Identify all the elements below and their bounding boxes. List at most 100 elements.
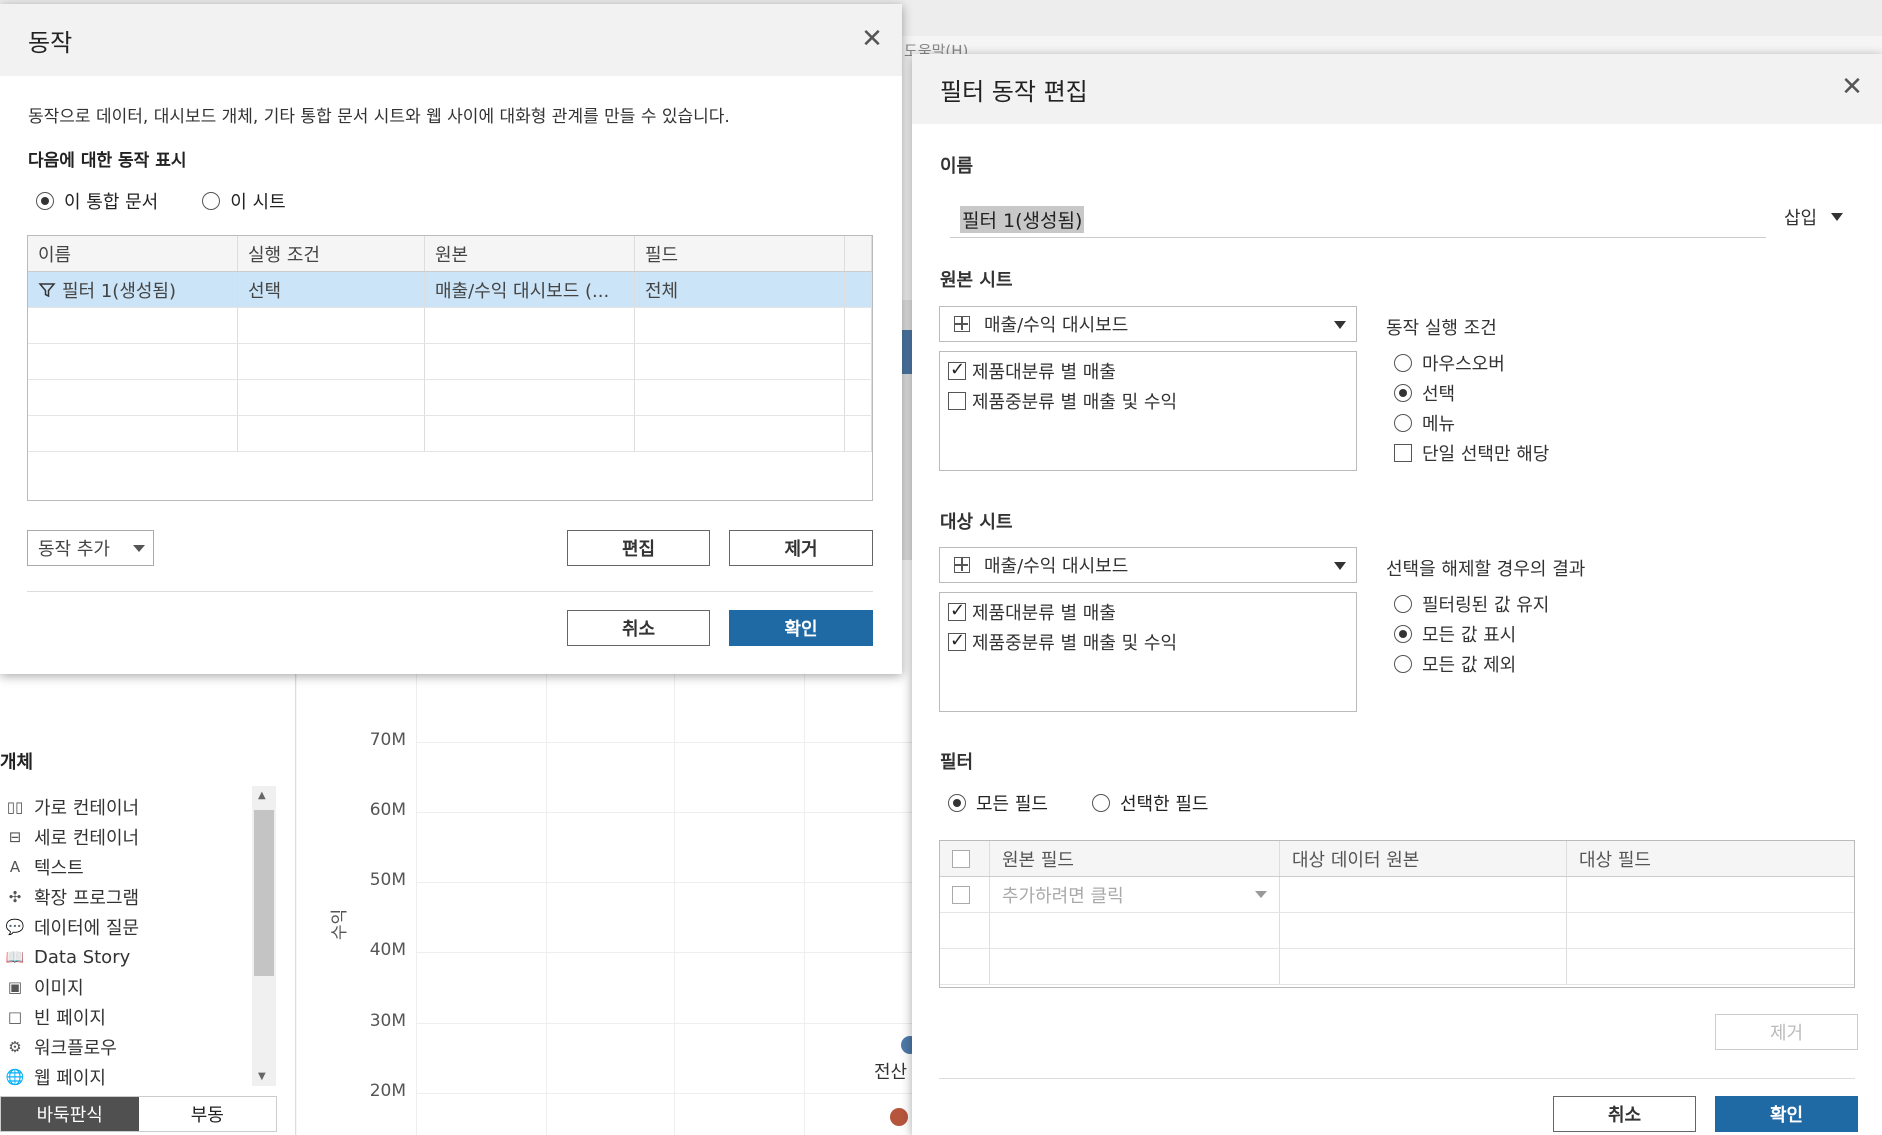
close-icon[interactable]: ✕ bbox=[858, 26, 886, 54]
run-on-menu-radio[interactable]: 메뉴 bbox=[1386, 408, 1549, 438]
objects-scrollbar[interactable]: ▲ ▼ bbox=[252, 786, 276, 1086]
keep-filtered-radio[interactable]: 필터링된 값 유지 bbox=[1386, 589, 1585, 619]
layout-tabs: 바둑판식 부동 bbox=[0, 1096, 277, 1132]
checkbox-icon[interactable] bbox=[952, 849, 970, 868]
remove-field-button[interactable]: 제거 bbox=[1715, 1014, 1858, 1050]
selected-fields-radio[interactable]: 선택한 필드 bbox=[1091, 790, 1209, 816]
radio-icon[interactable] bbox=[1394, 414, 1412, 432]
chart-point[interactable] bbox=[890, 1108, 908, 1126]
add-action-dropdown[interactable]: 동작 추가 bbox=[27, 530, 154, 566]
edit-button[interactable]: 편집 bbox=[567, 530, 710, 566]
radio-icon[interactable] bbox=[36, 192, 54, 210]
run-on-select-radio[interactable]: 선택 bbox=[1386, 378, 1549, 408]
scroll-down-icon[interactable]: ▼ bbox=[258, 1071, 266, 1082]
table-row-empty bbox=[940, 913, 1854, 949]
radio-icon[interactable] bbox=[1394, 384, 1412, 402]
cancel-button[interactable]: 취소 bbox=[1553, 1096, 1696, 1132]
radio-icon[interactable] bbox=[1394, 625, 1412, 643]
tab-floating[interactable]: 부동 bbox=[139, 1097, 277, 1131]
checkbox-icon[interactable] bbox=[948, 630, 966, 651]
checkbox-icon[interactable] bbox=[948, 359, 966, 380]
scope-sheet-radio[interactable]: 이 시트 bbox=[202, 188, 286, 214]
target-sheet-dropdown[interactable]: 매출/수익 대시보드 bbox=[939, 547, 1357, 583]
checkbox-icon[interactable] bbox=[952, 885, 970, 904]
target-sheet-list: 제품대분류 별 매출 제품중분류 별 매출 및 수익 bbox=[939, 592, 1357, 712]
close-icon[interactable]: ✕ bbox=[1838, 74, 1866, 102]
tab-tiled[interactable]: 바둑판식 bbox=[1, 1097, 139, 1131]
single-select-checkbox[interactable]: 단일 선택만 해당 bbox=[1386, 438, 1549, 468]
clear-selection-label: 선택을 해제할 경우의 결과 bbox=[1386, 559, 1586, 580]
filter-label: 필터 bbox=[940, 752, 974, 773]
row-fields: 전체 bbox=[635, 272, 845, 307]
ok-button[interactable]: 확인 bbox=[729, 610, 873, 646]
object-item[interactable]: ▣ 이미지 bbox=[4, 972, 139, 1002]
dashboard-icon bbox=[954, 557, 970, 573]
column-header-run-on[interactable]: 실행 조건 bbox=[238, 236, 425, 271]
insert-dropdown[interactable]: 삽입 bbox=[1784, 204, 1844, 230]
column-header-target-datasource[interactable]: 대상 데이터 원본 bbox=[1280, 841, 1567, 876]
blank-icon: □ bbox=[7, 1008, 23, 1026]
object-item[interactable]: 💬 데이터에 질문 bbox=[4, 912, 139, 942]
radio-icon[interactable] bbox=[1394, 354, 1412, 372]
image-icon: ▣ bbox=[7, 978, 23, 996]
radio-label: 필터링된 값 유지 bbox=[1422, 595, 1550, 616]
source-sheet-dropdown[interactable]: 매출/수익 대시보드 bbox=[939, 306, 1357, 342]
y-tick-label: 50M bbox=[369, 870, 406, 890]
column-header-fields[interactable]: 필드 bbox=[635, 236, 845, 271]
column-header-spacer bbox=[845, 236, 872, 271]
table-header: 이름 실행 조건 원본 필드 bbox=[28, 236, 872, 272]
grid-line bbox=[416, 812, 912, 813]
source-sheet-item[interactable]: 제품대분류 별 매출 bbox=[948, 356, 1348, 386]
run-on-hover-radio[interactable]: 마우스오버 bbox=[1386, 348, 1549, 378]
ok-button[interactable]: 확인 bbox=[1715, 1096, 1858, 1132]
remove-button[interactable]: 제거 bbox=[729, 530, 873, 566]
table-row-empty bbox=[28, 308, 872, 344]
object-item[interactable]: ▯▯ 가로 컨테이너 bbox=[4, 792, 139, 822]
radio-label: 모든 필드 bbox=[976, 794, 1048, 815]
target-sheet-item[interactable]: 제품중분류 별 매출 및 수익 bbox=[948, 627, 1348, 657]
object-item[interactable]: 🌐 웹 페이지 bbox=[4, 1062, 139, 1092]
add-field-dropdown[interactable]: 추가하려면 클릭 bbox=[990, 877, 1280, 912]
radio-icon[interactable] bbox=[1091, 794, 1110, 812]
scope-workbook-radio[interactable]: 이 통합 문서 bbox=[36, 188, 158, 214]
object-item[interactable]: □ 빈 페이지 bbox=[4, 1002, 139, 1032]
column-header-source[interactable]: 원본 bbox=[425, 236, 635, 271]
checkbox-icon[interactable] bbox=[948, 600, 966, 621]
source-sheet-item[interactable]: 제품중분류 별 매출 및 수익 bbox=[948, 386, 1348, 416]
dialog-title: 필터 동작 편집 bbox=[940, 77, 1088, 106]
all-fields-radio[interactable]: 모든 필드 bbox=[948, 790, 1048, 816]
checkbox-icon[interactable] bbox=[948, 392, 966, 410]
radio-label: 메뉴 bbox=[1422, 414, 1456, 435]
radio-icon[interactable] bbox=[202, 192, 221, 210]
scroll-up-icon[interactable]: ▲ bbox=[258, 790, 266, 801]
grid-line bbox=[416, 952, 912, 953]
column-header-name[interactable]: 이름 bbox=[28, 236, 238, 271]
object-item[interactable]: ⊟ 세로 컨테이너 bbox=[4, 822, 139, 852]
name-field[interactable]: 필터 1(생성됨) bbox=[950, 202, 1766, 238]
column-header-source-field[interactable]: 원본 필드 bbox=[990, 841, 1280, 876]
object-item[interactable]: ✣ 확장 프로그램 bbox=[4, 882, 139, 912]
radio-icon[interactable] bbox=[1394, 655, 1412, 673]
cancel-button[interactable]: 취소 bbox=[567, 610, 710, 646]
target-sheet-item[interactable]: 제품대분류 별 매출 bbox=[948, 597, 1348, 627]
workflow-icon: ⚙ bbox=[8, 1038, 22, 1056]
scroll-thumb[interactable] bbox=[254, 810, 274, 976]
show-all-radio[interactable]: 모든 값 표시 bbox=[1386, 619, 1585, 649]
object-item[interactable]: A 텍스트 bbox=[4, 852, 139, 882]
show-actions-label: 다음에 대한 동작 표시 bbox=[28, 151, 187, 171]
object-item[interactable]: 📖 Data Story bbox=[4, 942, 139, 972]
radio-icon[interactable] bbox=[948, 794, 966, 812]
radio-icon[interactable] bbox=[1394, 595, 1412, 613]
target-datasource-cell bbox=[1280, 877, 1567, 912]
table-row[interactable]: 필터 1(생성됨) 선택 매출/수익 대시보드 (... 전체 bbox=[28, 272, 872, 308]
text-icon: A bbox=[9, 858, 21, 876]
objects-list: ▯▯ 가로 컨테이너 ⊟ 세로 컨테이너 A 텍스트 ✣ 확장 프로그램 💬 데이터에 질문 📖 Da… bbox=[4, 792, 139, 1092]
exclude-all-radio[interactable]: 모든 값 제외 bbox=[1386, 649, 1585, 679]
object-label: 세로 컨테이너 bbox=[34, 828, 140, 849]
radio-label: 이 시트 bbox=[230, 192, 286, 213]
y-axis-label: 수익 bbox=[330, 908, 351, 941]
object-item[interactable]: ⚙ 워크플로우 bbox=[4, 1032, 139, 1062]
checkbox-icon[interactable] bbox=[1394, 444, 1412, 462]
column-header-target-field[interactable]: 대상 필드 bbox=[1567, 841, 1854, 876]
object-label: Data Story bbox=[34, 946, 131, 968]
